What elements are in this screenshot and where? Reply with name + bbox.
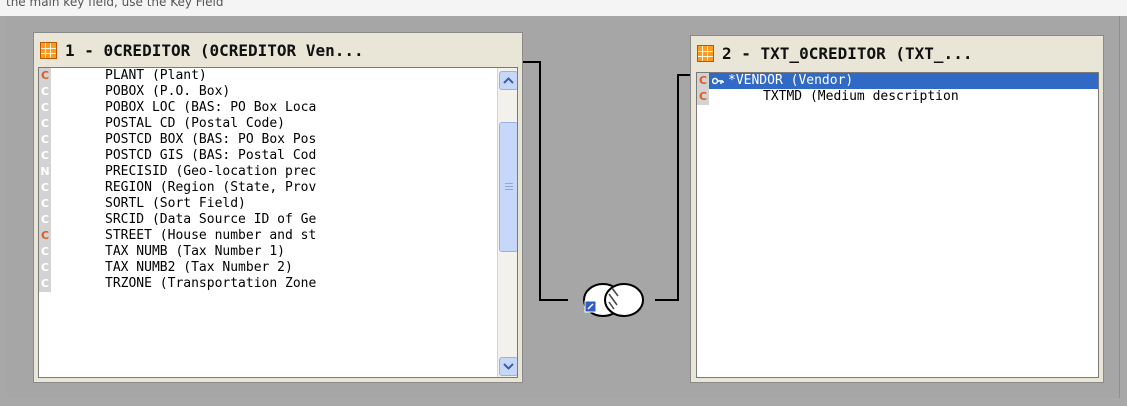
field-row[interactable]: C POSTCD GIS (BAS: Postal Cod (39, 148, 497, 164)
field-row[interactable]: C POSTAL CD (Postal Code) (39, 116, 497, 132)
table-box-txt-0creditor[interactable]: 2 - TXT_0CREDITOR (TXT_... C *VENDOR (Ven… (690, 35, 1104, 383)
table-icon (40, 41, 57, 59)
field-row[interactable]: N PRECISID (Geo-location prec (39, 164, 497, 180)
field-row[interactable]: C SORTL (Sort Field) (39, 196, 497, 212)
field-type-badge: C (39, 196, 51, 212)
field-name: TRZONE (Transportation Zone (105, 276, 317, 291)
field-type-badge: C (39, 68, 51, 84)
top-strip-text: the main key field, use the Key Field (6, 0, 224, 9)
field-type-badge: C (39, 100, 51, 116)
field-type-badge: C (697, 73, 709, 89)
field-row[interactable]: C *VENDOR (Vendor) (697, 73, 1098, 89)
field-name: POBOX LOC (BAS: PO Box Loca (105, 100, 317, 115)
field-type-badge: C (39, 244, 51, 260)
field-name: POSTAL CD (Postal Code) (105, 116, 286, 131)
field-type-badge: C (39, 132, 51, 148)
table-icon (697, 44, 714, 62)
field-type-badge: C (697, 89, 709, 105)
table-box-0creditor[interactable]: 1 - 0CREDITOR (0CREDITOR Ven... C PLANT (… (33, 32, 523, 383)
field-name: TXTMD (Medium description (763, 89, 959, 104)
table-header[interactable]: 2 - TXT_0CREDITOR (TXT_... (691, 36, 1103, 70)
field-name: REGION (Region (State, Prov (105, 180, 317, 195)
field-type-badge: N (39, 164, 51, 180)
field-row[interactable]: C REGION (Region (State, Prov (39, 180, 497, 196)
field-row[interactable]: C POBOX (P.O. Box) (39, 84, 497, 100)
field-type-badge: C (39, 180, 51, 196)
field-name: SRCID (Data Source ID of Ge (105, 212, 317, 227)
scroll-down-button[interactable] (499, 357, 517, 376)
field-name: POSTCD GIS (BAS: Postal Cod (105, 148, 317, 163)
table-title: 2 - TXT_0CREDITOR (TXT_... (722, 43, 973, 63)
field-name: *VENDOR (Vendor) (728, 73, 854, 88)
field-name: PLANT (Plant) (105, 68, 207, 83)
field-list[interactable]: C PLANT (Plant) C POBOX (P.O. Box) C POBOX LO… (38, 67, 518, 378)
vertical-scrollbar[interactable] (497, 68, 517, 377)
field-row[interactable]: C POBOX LOC (BAS: PO Box Loca (39, 100, 497, 116)
field-type-badge: C (39, 148, 51, 164)
field-name: STREET (House number and st (105, 228, 317, 243)
key-icon (712, 77, 724, 85)
field-row[interactable]: C TXTMD (Medium description (697, 89, 1098, 105)
top-strip: the main key field, use the Key Field (0, 0, 1127, 16)
field-type-badge: C (39, 84, 51, 100)
scroll-up-button[interactable] (499, 71, 517, 90)
field-type-badge: C (39, 116, 51, 132)
field-row[interactable]: C STREET (House number and st (39, 228, 497, 244)
table-title: 1 - 0CREDITOR (0CREDITOR Ven... (65, 40, 364, 60)
field-type-badge: C (39, 276, 51, 292)
field-row[interactable]: C TAX NUMB (Tax Number 1) (39, 244, 497, 260)
scroll-up-icon (503, 77, 514, 84)
field-name: POBOX (P.O. Box) (105, 84, 231, 99)
field-row[interactable]: C TRZONE (Transportation Zone (39, 276, 497, 292)
field-type-badge: C (39, 212, 51, 228)
field-name: PRECISID (Geo-location prec (105, 164, 317, 179)
scroll-down-icon (503, 363, 514, 370)
field-row[interactable]: C SRCID (Data Source ID of Ge (39, 212, 497, 228)
field-type-badge: C (39, 228, 51, 244)
field-row[interactable]: C POSTCD BOX (BAS: PO Box Pos (39, 132, 497, 148)
table-header[interactable]: 1 - 0CREDITOR (0CREDITOR Ven... (34, 33, 522, 67)
field-name: SORTL (Sort Field) (105, 196, 246, 211)
field-name: TAX NUMB (Tax Number 1) (105, 244, 286, 259)
field-list[interactable]: C *VENDOR (Vendor) C TXTMD (Medium descript… (696, 72, 1099, 378)
field-name: TAX NUMB2 (Tax Number 2) (105, 260, 293, 275)
scroll-thumb[interactable] (499, 122, 517, 252)
field-row[interactable]: C PLANT (Plant) (39, 68, 497, 84)
field-type-badge: C (39, 260, 51, 276)
field-row[interactable]: C TAX NUMB2 (Tax Number 2) (39, 260, 497, 276)
field-name: POSTCD BOX (BAS: PO Box Pos (105, 132, 317, 147)
